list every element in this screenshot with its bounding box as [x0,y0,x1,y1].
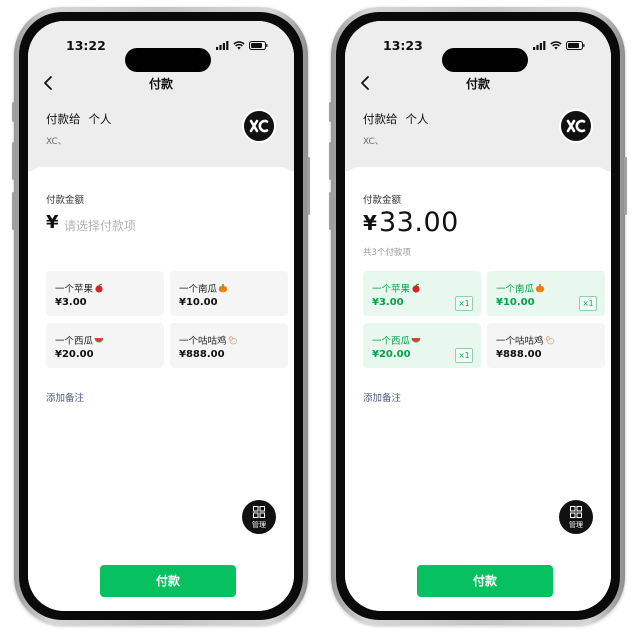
manage-label: 管理 [252,521,266,529]
page-title: 付款 [465,77,490,91]
bezel: 13:23 付款 付款给 个人 XC、 付款金额 ¥ 33.00 共3个付款项 … [336,12,620,620]
status-bar: 13:22 [28,38,294,72]
grid-icon [570,506,582,518]
payto-label: 付款给 [363,112,398,126]
item-name: 一个苹果 [372,284,411,295]
item-name: 一个咕咕鸡 [179,336,227,347]
action-button [12,102,15,122]
cellular-signal-icon [216,41,229,50]
item-price: ¥888.00 [496,349,542,360]
item-price: ¥888.00 [179,349,225,360]
nav-bar: 付款 [345,73,611,93]
bezel: 13:22 付款 付款给 个人 XC、 付款金额 ¥ 请选择付款项 一个苹果 ¥… [19,12,303,620]
manage-label: 管理 [569,521,583,529]
status-icons [533,41,585,50]
watermelon-icon [94,338,104,343]
power-button [624,157,627,215]
item-name: 一个咕咕鸡 [496,336,544,347]
quantity-badge: ×1 [455,296,473,311]
pay-button[interactable]: 付款 [417,565,553,597]
add-note-link[interactable]: 添加备注 [363,390,401,404]
currency-symbol: ¥ [363,211,377,235]
volume-up-button [329,142,332,180]
item-name: 一个南瓜 [496,284,535,295]
payto-type: 个人 [88,112,112,126]
wifi-icon [550,41,562,50]
item-name: 一个西瓜 [372,336,411,347]
avatar [559,109,593,143]
payto-label: 付款给 [46,112,81,126]
phone-frame-right: 13:23 付款 付款给 个人 XC、 付款金额 ¥ 33.00 共3个付款项 … [329,7,627,625]
payment-item-watermelon[interactable]: 一个西瓜 ¥20.00 ×1 [363,323,481,368]
payment-item-chicken[interactable]: 一个咕咕鸡 ¥888.00 [170,323,288,368]
page-title: 付款 [148,77,173,91]
status-time: 13:22 [66,38,106,53]
payment-item-chicken[interactable]: 一个咕咕鸡 ¥888.00 [487,323,605,368]
item-count: 共3个付款项 [363,248,411,258]
status-time: 13:23 [383,38,423,53]
quantity-badge: ×1 [579,296,597,311]
payto-type: 个人 [405,112,429,126]
status-bar: 13:23 [345,38,611,72]
screen: 13:22 付款 付款给 个人 XC、 付款金额 ¥ 请选择付款项 一个苹果 ¥… [28,21,294,611]
manage-button[interactable]: 管理 [559,500,593,534]
item-price: ¥10.00 [496,297,535,308]
payment-item-apple[interactable]: 一个苹果 ¥3.00 [46,271,164,316]
dynamic-island [442,48,528,72]
cellular-signal-icon [533,41,546,50]
status-icons [216,41,268,50]
amount-placeholder[interactable]: 请选择付款项 [64,217,136,234]
watermelon-icon [411,338,421,343]
currency-symbol: ¥ [46,212,59,233]
amount-value: 33.00 [379,207,459,238]
apple-icon [95,283,103,293]
pay-button[interactable]: 付款 [100,565,236,597]
phone-frame-left: 13:22 付款 付款给 个人 XC、 付款金额 ¥ 请选择付款项 一个苹果 ¥… [12,7,310,625]
payee-logo-icon [249,119,269,133]
volume-down-button [329,192,332,230]
pumpkin-icon [535,284,545,293]
item-price: ¥20.00 [372,349,411,360]
avatar [242,109,276,143]
payment-item-apple[interactable]: 一个苹果 ¥3.00 ×1 [363,271,481,316]
chicken-icon [227,336,237,345]
item-price: ¥10.00 [179,297,218,308]
apple-icon [412,283,420,293]
item-price: ¥20.00 [55,349,94,360]
item-name: 一个西瓜 [55,336,94,347]
payee-name: XC、 [46,137,67,147]
wifi-icon [233,41,245,50]
volume-up-button [12,142,15,180]
power-button [307,157,310,215]
amount-label: 付款金额 [363,195,402,206]
item-price: ¥3.00 [55,297,87,308]
volume-down-button [12,192,15,230]
amount-label: 付款金额 [46,195,85,206]
grid-icon [253,506,265,518]
item-name: 一个苹果 [55,284,94,295]
payee-heading: 付款给 个人 [46,111,120,127]
screen: 13:23 付款 付款给 个人 XC、 付款金额 ¥ 33.00 共3个付款项 … [345,21,611,611]
payment-item-pumpkin[interactable]: 一个南瓜 ¥10.00 ×1 [487,271,605,316]
payee-logo-icon [566,119,586,133]
quantity-badge: ×1 [455,348,473,363]
nav-bar: 付款 [28,73,294,93]
action-button [329,102,332,122]
pumpkin-icon [218,284,228,293]
item-price: ¥3.00 [372,297,404,308]
battery-icon [249,41,268,50]
chicken-icon [544,336,554,345]
payment-item-pumpkin[interactable]: 一个南瓜 ¥10.00 [170,271,288,316]
add-note-link[interactable]: 添加备注 [46,390,84,404]
battery-icon [566,41,585,50]
manage-button[interactable]: 管理 [242,500,276,534]
item-name: 一个南瓜 [179,284,218,295]
payment-item-watermelon[interactable]: 一个西瓜 ¥20.00 [46,323,164,368]
payee-name: XC、 [363,137,384,147]
payee-heading: 付款给 个人 [363,111,437,127]
dynamic-island [125,48,211,72]
